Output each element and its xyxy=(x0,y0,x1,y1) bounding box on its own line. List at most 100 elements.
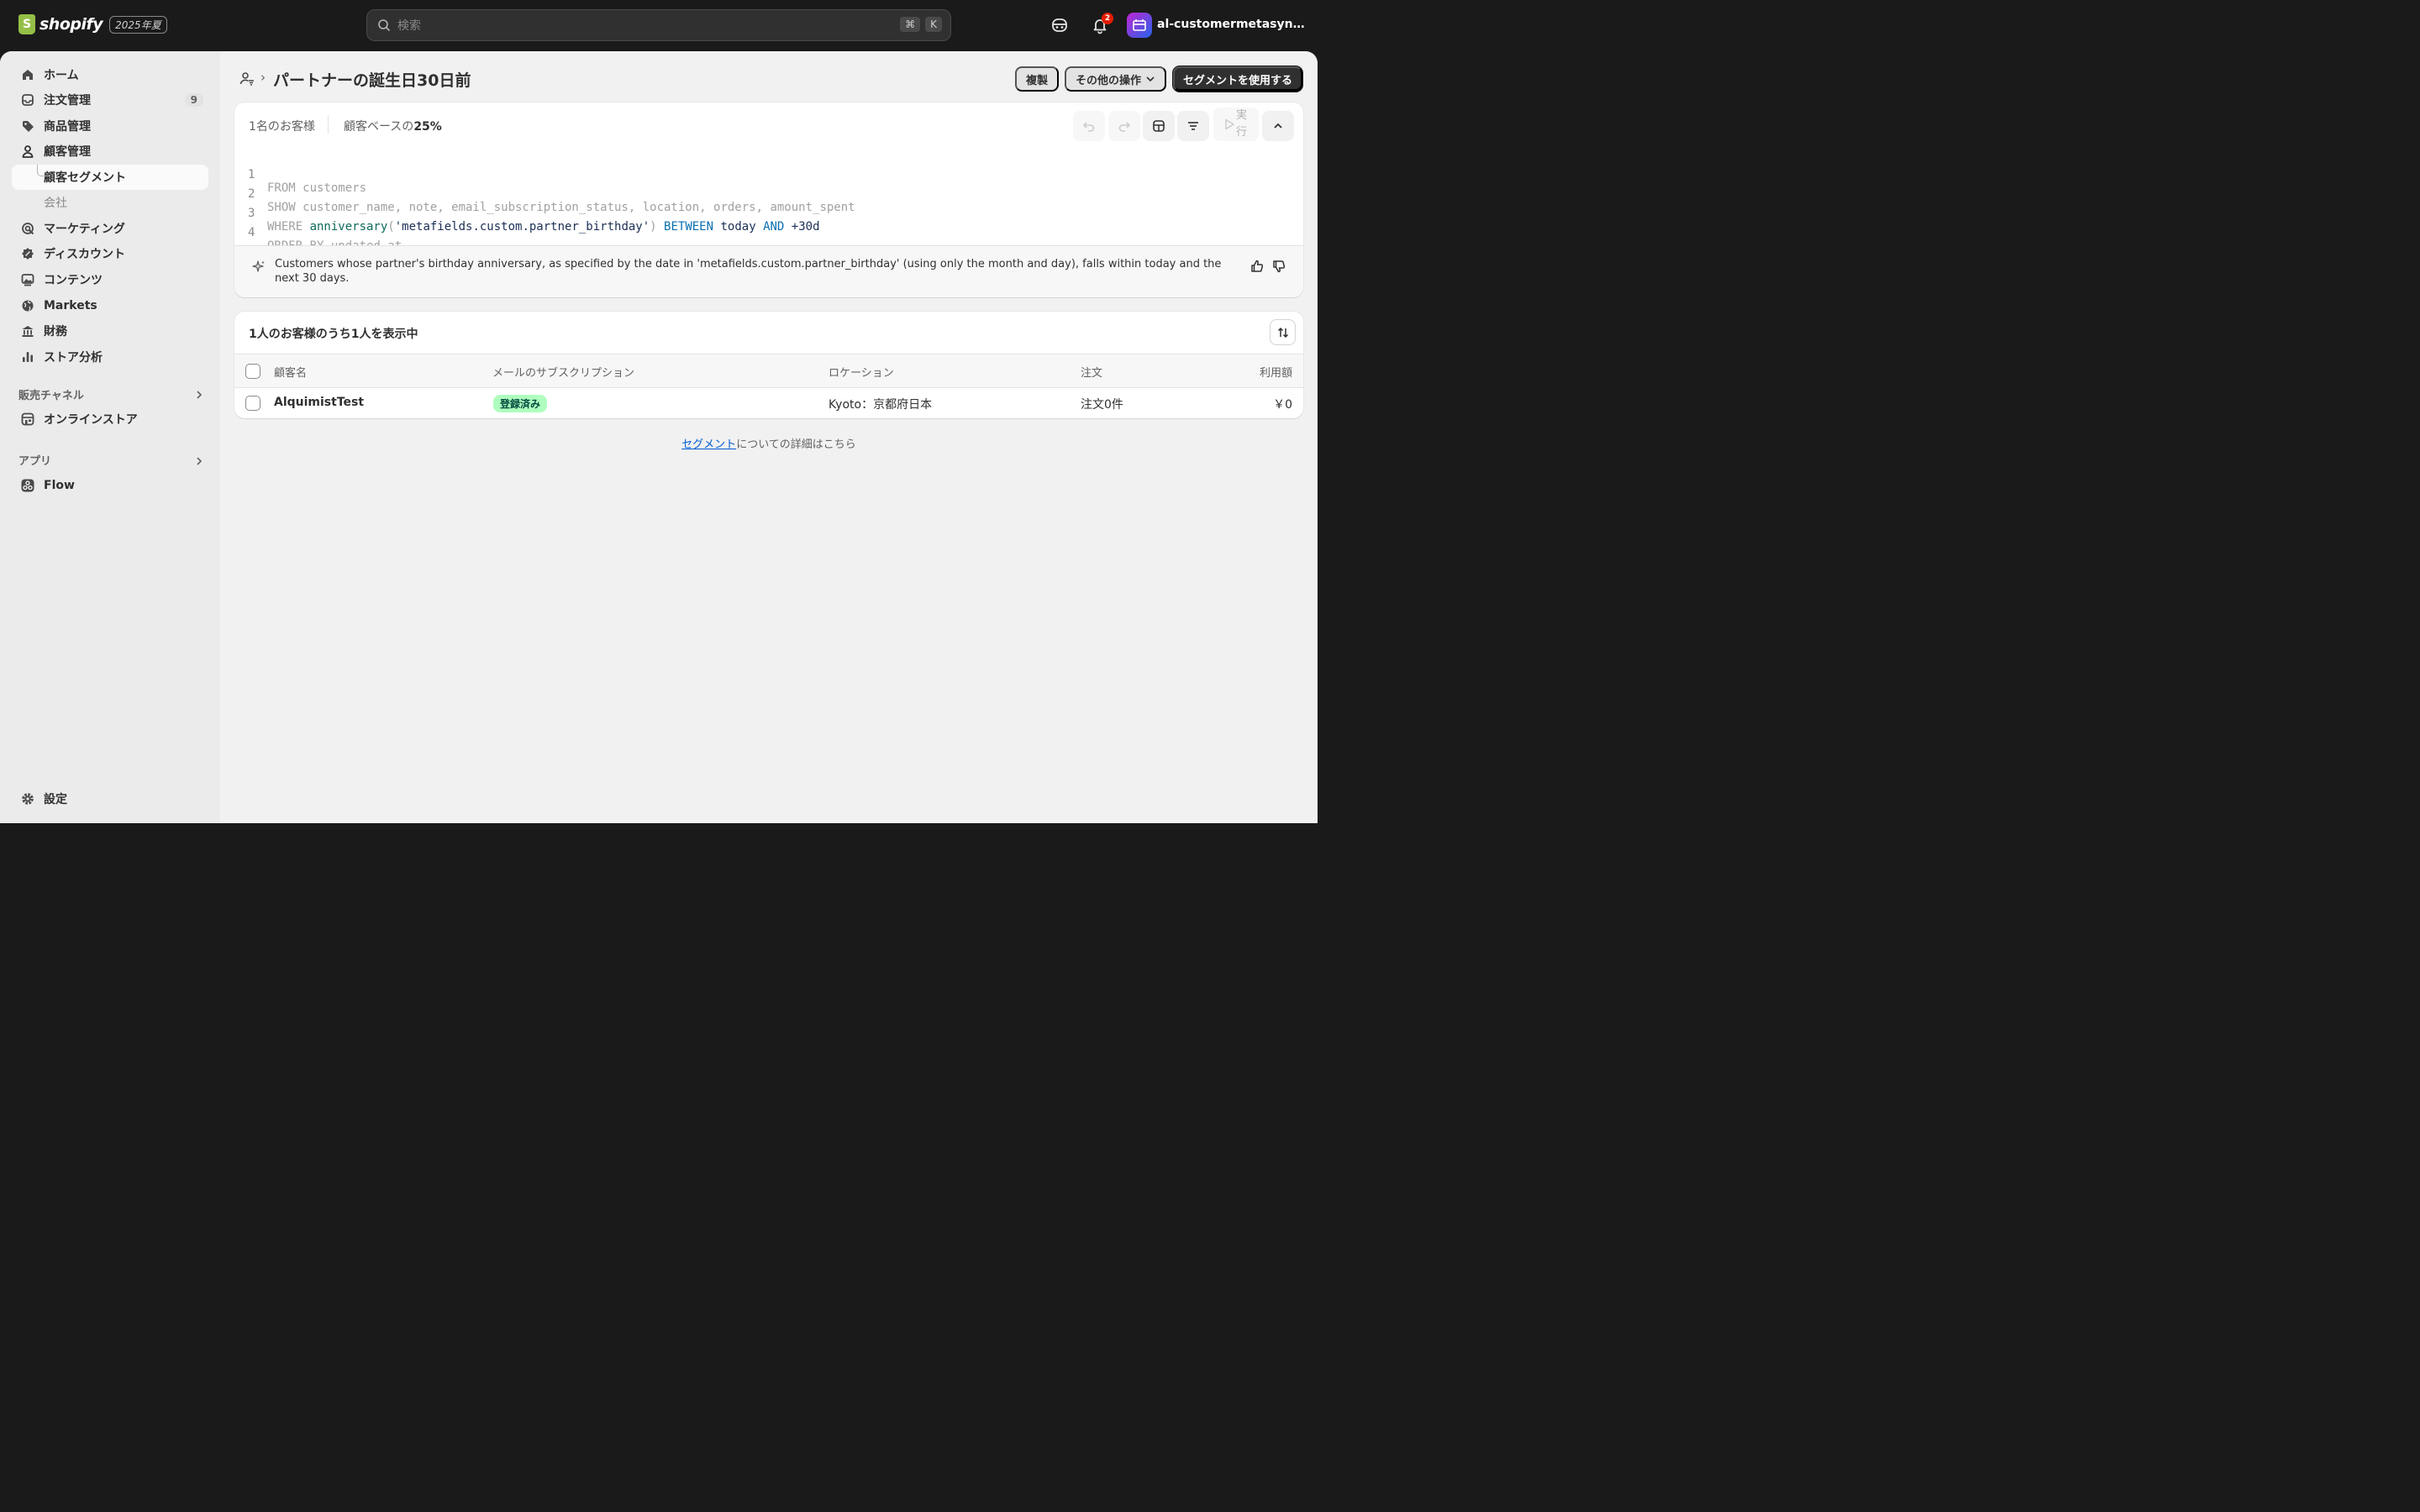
top-bar: shopify 2025年夏 検索 ⌘ K 2 al-customermetas… xyxy=(0,0,1318,51)
templates-button[interactable] xyxy=(1143,111,1175,141)
string-arg: 'metafields.custom.partner_birthday' xyxy=(394,220,650,234)
customer-location: Kyoto：京都府日本 xyxy=(829,398,933,412)
filter-button[interactable] xyxy=(1177,111,1209,141)
sales-channels-heading: 販売チャネル xyxy=(18,390,84,402)
more-actions-label: その他の操作 xyxy=(1075,73,1141,87)
search-icon xyxy=(378,19,390,31)
sidebar-item-customers[interactable]: 顧客管理 xyxy=(12,139,208,164)
sidebar-item-label: 設定 xyxy=(44,793,67,806)
sidebar-item-online-store[interactable]: オンラインストア xyxy=(12,407,208,432)
sidebar-item-label: コンテンツ xyxy=(44,274,103,287)
sidebar-item-label: Flow xyxy=(44,479,75,492)
more-actions-button[interactable]: その他の操作 xyxy=(1065,66,1166,92)
column-header-location[interactable]: ロケーション xyxy=(829,364,894,380)
sidebar: ホーム 注文管理 9 商品管理 顧客管理 顧客セグメント 会社 マーケティング xyxy=(0,51,220,823)
column-header-name[interactable]: 顧客名 xyxy=(274,364,307,380)
undo-icon xyxy=(1082,122,1095,132)
results-title: 1人のお客様のうち1人を表示中 xyxy=(249,328,418,341)
column-header-amount-spent[interactable]: 利用額 xyxy=(1260,364,1292,380)
sidebar-item-label: マーケティング xyxy=(44,223,125,236)
sidebar-item-products[interactable]: 商品管理 xyxy=(12,113,208,139)
chevron-right-icon[interactable] xyxy=(195,457,203,465)
thumbs-down-icon[interactable] xyxy=(1271,259,1286,274)
code-text: WHERE anniversary('metafields.custom.par… xyxy=(267,220,820,234)
select-all-checkbox[interactable] xyxy=(245,364,260,379)
keyword-between: BETWEEN xyxy=(664,220,714,234)
store-name[interactable]: al-customermetasync-de... xyxy=(1157,18,1305,31)
flow-icon xyxy=(21,479,34,492)
sidebar-item-label: 会社 xyxy=(44,197,67,210)
k-key: K xyxy=(925,17,942,32)
discount-icon xyxy=(22,248,34,260)
sidekick-icon[interactable] xyxy=(1050,16,1069,34)
customer-base-share: 顧客ベースの25% xyxy=(344,118,442,134)
apps-heading: アプリ xyxy=(18,455,52,468)
cmd-key: ⌘ xyxy=(900,17,921,32)
sidebar-item-orders[interactable]: 注文管理 9 xyxy=(12,87,208,113)
sidebar-item-label: ストア分析 xyxy=(44,351,103,365)
sidebar-item-companies[interactable]: 会社 xyxy=(12,190,208,215)
collapse-editor-button[interactable] xyxy=(1262,111,1294,141)
learn-more-text: についての詳細はこちら xyxy=(736,438,856,451)
customer-amount-spent: ￥0 xyxy=(1273,398,1292,412)
redo-icon xyxy=(1118,122,1131,132)
search-shortcut: ⌘ K xyxy=(900,17,942,32)
keyword-and: AND xyxy=(763,220,785,234)
segments-help-link[interactable]: セグメント xyxy=(681,438,736,451)
store-icon xyxy=(1133,19,1146,31)
store-avatar[interactable] xyxy=(1127,13,1152,38)
person-icon xyxy=(22,145,34,158)
segment-editor-card: 1名のお客様 顧客ベースの25% 実行 1 FROM customers 2 S… xyxy=(234,102,1303,297)
sidebar-item-label: ホーム xyxy=(44,69,79,82)
code-line: 4 ORDER BY updated_at xyxy=(234,213,402,253)
chevron-right-icon[interactable] xyxy=(195,391,203,399)
storefront-icon xyxy=(21,412,34,426)
orders-count-badge: 9 xyxy=(184,93,203,107)
sidebar-item-flow[interactable]: Flow xyxy=(12,473,208,498)
code-line: 1 FROM customers xyxy=(234,155,366,195)
sidebar-item-label: 注文管理 xyxy=(44,94,91,108)
brand-wordmark: shopify xyxy=(39,15,103,34)
code-text: SHOW customer_name, note, email_subscrip… xyxy=(267,201,855,214)
customer-segment-icon[interactable] xyxy=(239,71,255,87)
target-icon xyxy=(22,223,34,235)
sidebar-item-content[interactable]: コンテンツ xyxy=(12,267,208,292)
sidebar-item-settings[interactable]: 設定 xyxy=(12,786,208,811)
sidebar-item-finance[interactable]: 財務 xyxy=(12,318,208,344)
sidebar-item-markets[interactable]: Markets xyxy=(12,293,208,318)
column-header-subscription[interactable]: メールのサブスクリプション xyxy=(492,364,634,380)
sidebar-item-analytics[interactable]: ストア分析 xyxy=(12,344,208,370)
code-line: 3 WHERE anniversary('metafields.custom.p… xyxy=(234,193,820,234)
sidebar-item-label: ディスカウント xyxy=(44,248,126,261)
sidebar-item-customer-segments[interactable]: 顧客セグメント xyxy=(12,165,208,190)
undo-button[interactable] xyxy=(1073,111,1105,141)
value-offset: +30d xyxy=(784,220,820,234)
run-button[interactable]: 実行 xyxy=(1213,108,1259,141)
table-header: 顧客名 メールのサブスクリプション ロケーション 注文 利用額 xyxy=(234,354,1303,388)
chevron-down-icon xyxy=(1146,76,1155,82)
row-checkbox[interactable] xyxy=(245,396,260,411)
sort-button[interactable] xyxy=(1270,319,1296,345)
search-bar[interactable]: 検索 ⌘ K xyxy=(366,9,951,41)
table-row[interactable]: AlquimistTest 登録済み Kyoto：京都府日本 注文0件 ￥0 xyxy=(234,388,1303,418)
sidebar-item-discounts[interactable]: ディスカウント xyxy=(12,241,208,266)
page-header: › パートナーの誕生日30日前 複製 その他の操作 セグメントを使用する xyxy=(234,66,1303,92)
sidebar-item-marketing[interactable]: マーケティング xyxy=(12,216,208,241)
shopify-bag-icon xyxy=(18,14,35,34)
chevron-up-icon xyxy=(1274,123,1282,129)
value-today: today xyxy=(713,220,764,234)
customer-name[interactable]: AlquimistTest xyxy=(274,396,364,409)
page-title: パートナーの誕生日30日前 xyxy=(273,71,471,90)
redo-button[interactable] xyxy=(1108,111,1140,141)
thumbs-up-icon[interactable] xyxy=(1249,259,1265,274)
shopify-logo[interactable]: shopify 2025年夏 xyxy=(18,14,167,34)
use-segment-button[interactable]: セグメントを使用する xyxy=(1173,66,1302,92)
layout-icon xyxy=(1153,120,1165,132)
duplicate-button[interactable]: 複製 xyxy=(1015,66,1059,92)
base-share-value: 25% xyxy=(413,120,442,134)
bank-icon xyxy=(22,326,34,337)
inbox-icon xyxy=(22,94,34,106)
sidebar-item-label: 財務 xyxy=(44,325,67,339)
sidebar-item-home[interactable]: ホーム xyxy=(12,62,208,87)
column-header-orders[interactable]: 注文 xyxy=(1081,364,1102,380)
